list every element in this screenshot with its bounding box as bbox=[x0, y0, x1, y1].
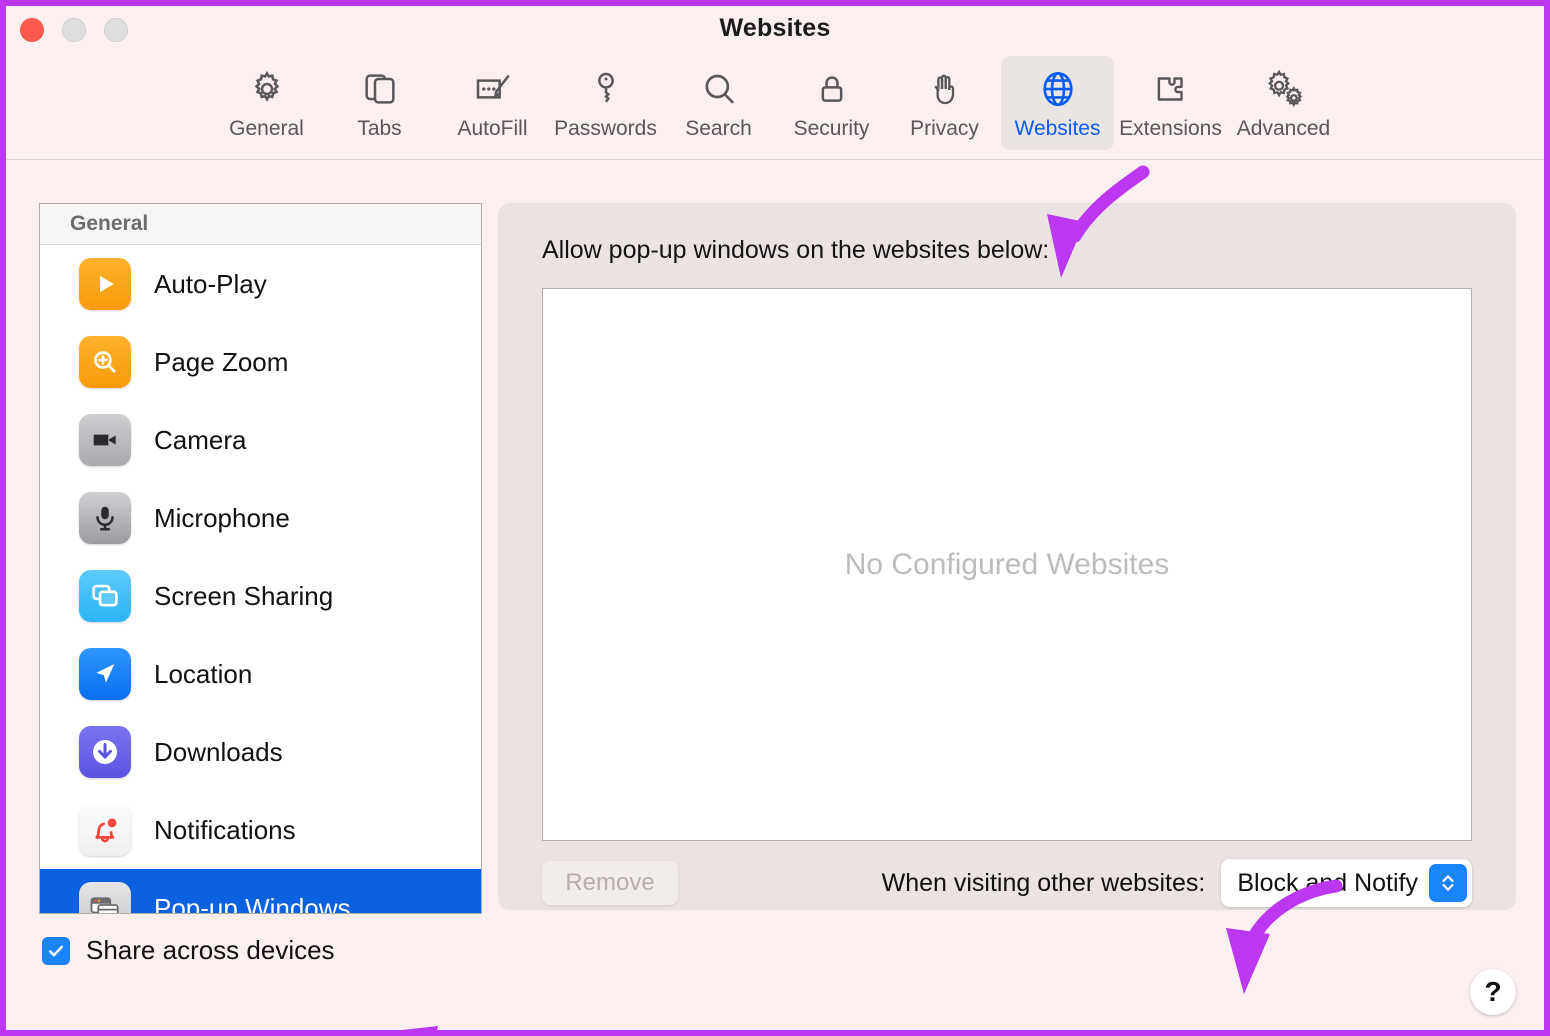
camera-icon bbox=[79, 414, 131, 466]
zoom-in-icon bbox=[79, 336, 131, 388]
visiting-other-websites-select[interactable]: Block and Notify bbox=[1221, 859, 1472, 907]
gears-icon bbox=[1261, 66, 1307, 112]
search-icon bbox=[699, 66, 739, 112]
toolbar-tab-tabs[interactable]: Tabs bbox=[323, 56, 436, 150]
toolbar-tab-label: Tabs bbox=[357, 117, 401, 141]
visiting-other-websites-label: When visiting other websites: bbox=[882, 869, 1206, 898]
toolbar-tab-extensions[interactable]: Extensions bbox=[1114, 56, 1227, 150]
popup-windows-panel: Allow pop-up windows on the websites bel… bbox=[498, 203, 1516, 910]
help-button[interactable]: ? bbox=[1470, 969, 1516, 1015]
sidebar-item-auto-play[interactable]: Auto-Play bbox=[40, 245, 481, 323]
sidebar-item-location[interactable]: Location bbox=[40, 635, 481, 713]
popup-windows-icon bbox=[79, 882, 131, 914]
preferences-toolbar: General Tabs A bbox=[6, 54, 1544, 160]
select-value: Block and Notify bbox=[1237, 869, 1418, 898]
toolbar-tab-websites[interactable]: Websites bbox=[1001, 56, 1114, 150]
toolbar-tab-label: Security bbox=[794, 117, 870, 141]
location-arrow-icon bbox=[79, 648, 131, 700]
toolbar-tab-passwords[interactable]: Passwords bbox=[549, 56, 662, 150]
autofill-icon bbox=[471, 66, 515, 112]
visiting-other-websites-group: When visiting other websites: Block and … bbox=[882, 859, 1472, 907]
preferences-window: Websites General Tabs bbox=[0, 0, 1550, 1036]
toolbar-tab-label: AutoFill bbox=[457, 117, 527, 141]
toolbar-tab-advanced[interactable]: Advanced bbox=[1227, 56, 1340, 150]
sidebar-item-downloads[interactable]: Downloads bbox=[40, 713, 481, 791]
sidebar-section-header: General bbox=[40, 204, 481, 245]
sidebar-item-label: Pop-up Windows bbox=[154, 893, 351, 915]
toolbar-tab-privacy[interactable]: Privacy bbox=[888, 56, 1001, 150]
configured-websites-list[interactable]: No Configured Websites bbox=[542, 288, 1472, 841]
puzzle-icon bbox=[1150, 66, 1192, 112]
lock-icon bbox=[812, 66, 852, 112]
websites-category-sidebar: General Auto-Play bbox=[39, 203, 482, 914]
globe-icon bbox=[1037, 66, 1079, 112]
arrow-to-popup-windows-item bbox=[376, 1022, 566, 1036]
hand-icon bbox=[925, 66, 965, 112]
sidebar-list: Auto-Play Page Zoom bbox=[40, 245, 481, 914]
sidebar-item-label: Page Zoom bbox=[154, 347, 288, 378]
toolbar-tab-security[interactable]: Security bbox=[775, 56, 888, 150]
sidebar-item-notifications[interactable]: Notifications bbox=[40, 791, 481, 869]
sidebar-item-label: Screen Sharing bbox=[154, 581, 333, 612]
sidebar-item-camera[interactable]: Camera bbox=[40, 401, 481, 479]
toolbar-tab-label: Advanced bbox=[1237, 117, 1330, 141]
tabs-icon bbox=[360, 66, 400, 112]
checkbox-checked-icon[interactable] bbox=[42, 937, 70, 965]
sidebar-item-pop-up-windows[interactable]: Pop-up Windows bbox=[40, 869, 481, 914]
toolbar-tab-label: Extensions bbox=[1119, 117, 1222, 141]
sidebar-item-label: Camera bbox=[154, 425, 246, 456]
toolbar-tab-label: Search bbox=[685, 117, 752, 141]
bell-icon bbox=[79, 804, 131, 856]
panel-title: Allow pop-up windows on the websites bel… bbox=[542, 236, 1049, 265]
sidebar-item-microphone[interactable]: Microphone bbox=[40, 479, 481, 557]
chevron-updown-icon[interactable] bbox=[1429, 864, 1467, 902]
empty-list-message: No Configured Websites bbox=[845, 548, 1170, 582]
toolbar-tab-label: Websites bbox=[1015, 117, 1101, 141]
microphone-icon bbox=[79, 492, 131, 544]
download-icon bbox=[79, 726, 131, 778]
toolbar-tab-label: Privacy bbox=[910, 117, 979, 141]
toolbar-tab-label: Passwords bbox=[554, 117, 657, 141]
sidebar-item-label: Downloads bbox=[154, 737, 283, 768]
screen-share-icon bbox=[79, 570, 131, 622]
sidebar-item-label: Location bbox=[154, 659, 252, 690]
remove-button[interactable]: Remove bbox=[542, 861, 678, 905]
toolbar-tab-search[interactable]: Search bbox=[662, 56, 775, 150]
sidebar-item-label: Notifications bbox=[154, 815, 296, 846]
share-across-devices-label: Share across devices bbox=[86, 935, 335, 966]
panel-footer: Remove When visiting other websites: Blo… bbox=[542, 859, 1472, 907]
toolbar-tab-general[interactable]: General bbox=[210, 56, 323, 150]
preferences-body: General Auto-Play bbox=[6, 160, 1544, 1029]
share-across-devices-row[interactable]: Share across devices bbox=[42, 935, 335, 966]
window-titlebar: Websites bbox=[6, 6, 1544, 54]
sidebar-item-page-zoom[interactable]: Page Zoom bbox=[40, 323, 481, 401]
play-icon bbox=[79, 258, 131, 310]
window-title: Websites bbox=[6, 14, 1544, 43]
gear-icon bbox=[247, 66, 287, 112]
sidebar-item-label: Microphone bbox=[154, 503, 290, 534]
key-icon bbox=[586, 66, 626, 112]
sidebar-item-label: Auto-Play bbox=[154, 269, 267, 300]
toolbar-tab-label: General bbox=[229, 117, 304, 141]
toolbar-tab-autofill[interactable]: AutoFill bbox=[436, 56, 549, 150]
sidebar-item-screen-sharing[interactable]: Screen Sharing bbox=[40, 557, 481, 635]
